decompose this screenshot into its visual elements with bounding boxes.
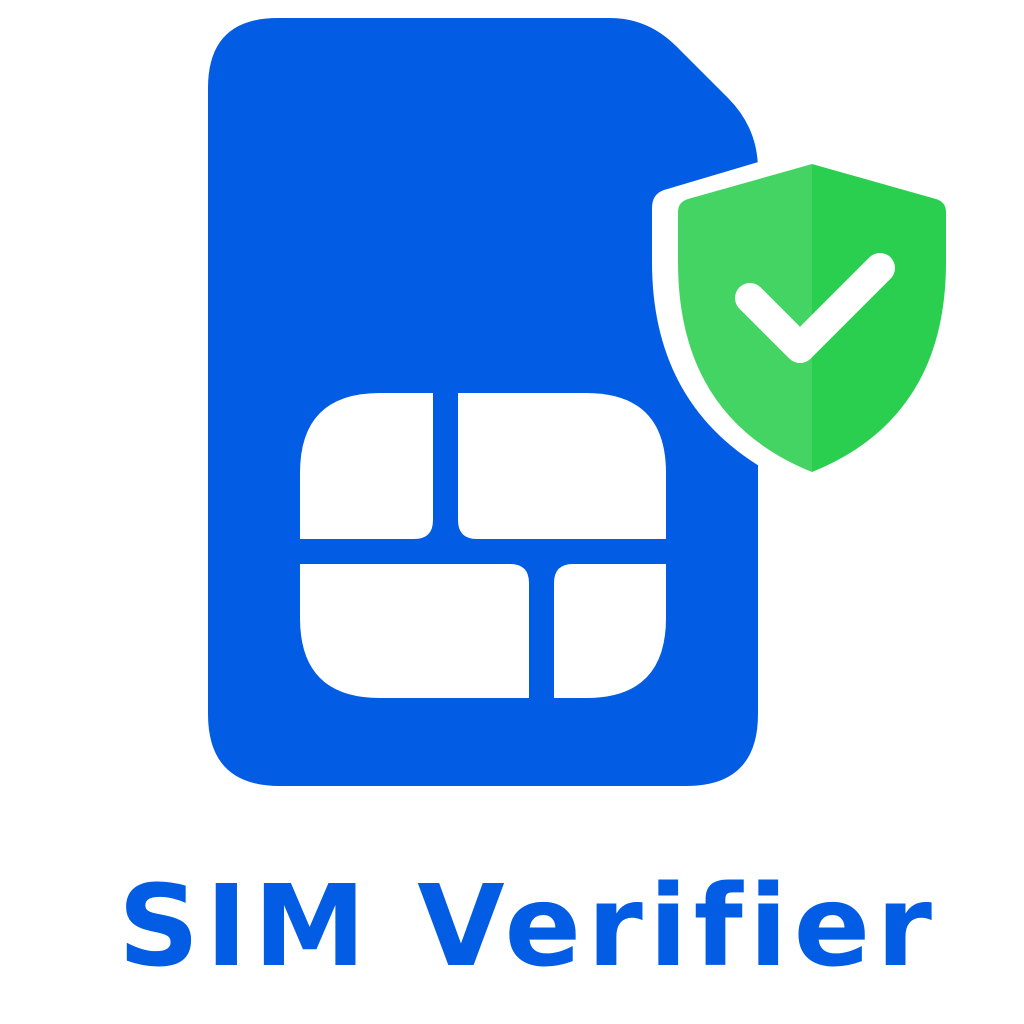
sim-card-icon xyxy=(208,18,758,786)
app-logo: SIM Verifier xyxy=(118,18,972,992)
chip-bottom-left xyxy=(300,564,529,698)
chip-top-left xyxy=(300,393,433,539)
app-name: SIM Verifier xyxy=(118,862,938,992)
chip-top-right xyxy=(458,393,666,539)
